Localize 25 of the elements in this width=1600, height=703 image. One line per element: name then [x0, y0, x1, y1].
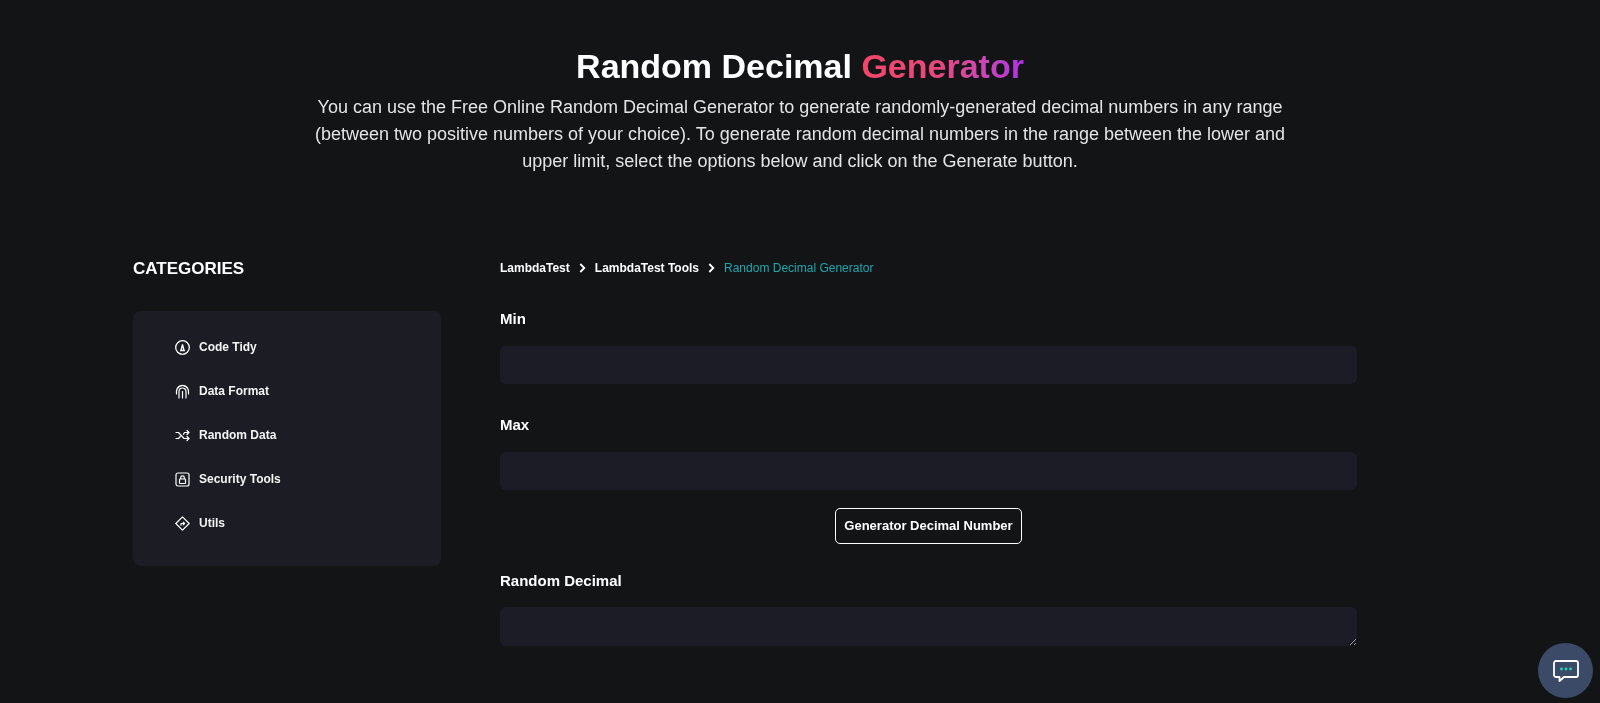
category-link[interactable]: Data Format: [175, 369, 269, 413]
lock-icon: [175, 471, 190, 487]
categories-heading: CATEGORIES: [133, 258, 246, 280]
chevron-right-icon: [578, 263, 586, 273]
result-field[interactable]: [500, 607, 1357, 646]
direction-sign-icon: [175, 515, 190, 531]
cone-circle-icon: [175, 339, 190, 355]
generate-button[interactable]: Generator Decimal Number: [835, 508, 1022, 544]
speech-bubble-icon: [1552, 659, 1579, 682]
category-link[interactable]: Random Data: [175, 413, 277, 457]
chat-button[interactable]: [1538, 643, 1593, 698]
category-link[interactable]: Security Tools: [175, 457, 281, 501]
category-link[interactable]: Code Tidy: [175, 325, 257, 369]
field-label: Max: [500, 415, 531, 435]
breadcrumb-link[interactable]: LambdaTest Tools: [594, 259, 700, 277]
field-label: Random Decimal: [500, 571, 623, 591]
field-label: Min: [500, 309, 527, 329]
shuffle-icon: [175, 427, 190, 443]
category-link[interactable]: Utils: [175, 501, 225, 545]
breadcrumb-link[interactable]: Random Decimal Generator: [724, 259, 874, 277]
fingerprint-icon: [175, 383, 190, 399]
chevron-right-icon: [708, 263, 716, 273]
page-description: You can use the Free Online Random Decimal Generator to generate randomly-generated decimal numbers in any range (between two positive numbers of your choice). To generate random decimal numbers in the range between the lower and upper limit, select the options below and click on the Generate button.: [313, 96, 1287, 173]
page-title: Random Decimal Generator: [576, 46, 1024, 87]
breadcrumb-link[interactable]: LambdaTest: [500, 259, 570, 277]
